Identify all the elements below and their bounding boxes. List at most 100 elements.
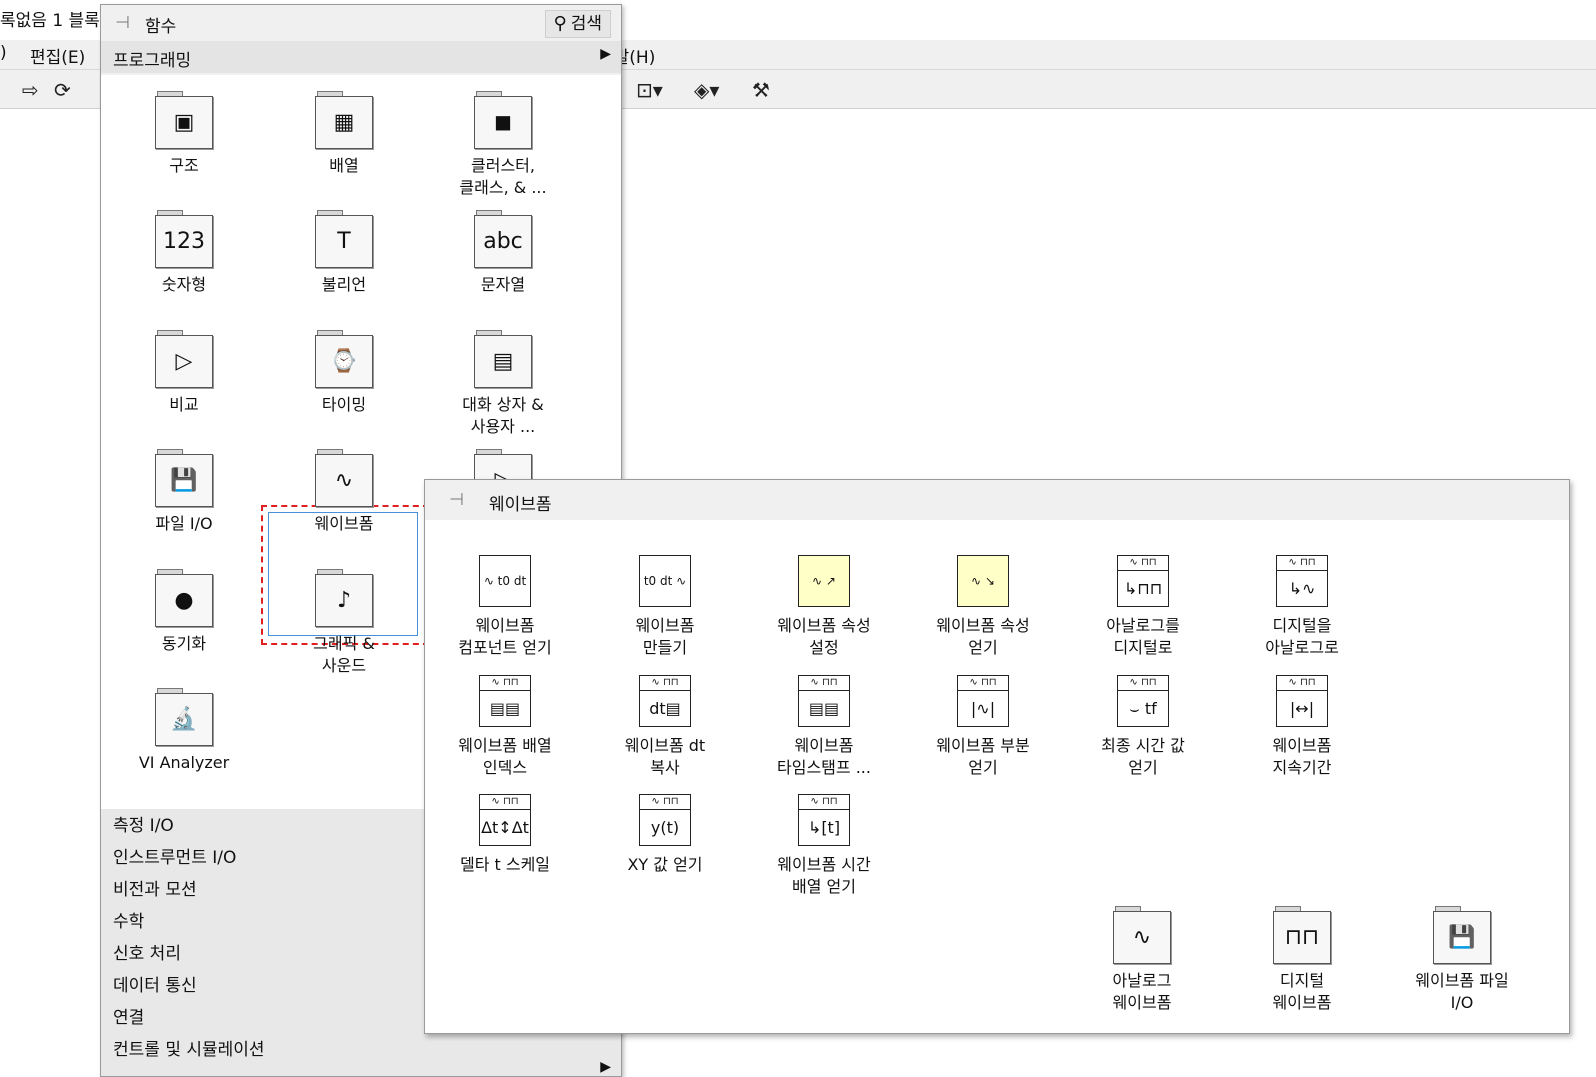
waveform-function[interactable]: ∿ ⊓⊓ y(t) XY 값 얻기 (585, 794, 745, 876)
run-arrow-icon[interactable]: ⇨ (22, 78, 39, 102)
palette-item-label: 타이밍 (321, 395, 367, 414)
subcategory-item[interactable]: 수학 (113, 907, 144, 932)
cluster-icon: ◼ (474, 91, 532, 149)
distribute-icon[interactable]: ◈▾ (694, 78, 719, 102)
scale-delta-t-icon: ∿ ⊓⊓ Δt↕Δt (479, 794, 531, 846)
waveform-function[interactable]: ∿ ⊓⊓ ↳⊓⊓ 아날로그를 디지털로 (1063, 555, 1223, 659)
waveform-function[interactable]: ∿ ⊓⊓ |↔| 웨이브폼 지속기간 (1222, 675, 1382, 779)
subcategory-item[interactable]: 측정 I/O (113, 811, 174, 836)
palette-item-label: 비교 (169, 395, 199, 414)
numeric-icon: 123 (155, 210, 213, 268)
palette-item[interactable]: ◼ 클러스터, 클래스, & ... (423, 91, 583, 199)
category-programming[interactable]: 프로그래밍 ▶ (101, 41, 621, 73)
palette-item-label: 숫자형 (161, 275, 207, 294)
waveform-subpalette[interactable]: ∿ 아날로그 웨이브폼 (1062, 906, 1222, 1014)
reorder-icon[interactable]: ⊡▾ (636, 78, 663, 102)
palette-item-label: 동기화 (161, 634, 207, 653)
palette-item[interactable]: ▤ 대화 상자 & 사용자 ... (423, 330, 583, 438)
pin-icon[interactable]: ⊣ (449, 490, 471, 510)
subcategory-item[interactable]: 인스트루먼트 I/O (113, 843, 236, 868)
waveform-function[interactable]: ∿ t0 dt 웨이브폼 컴포넌트 얻기 (425, 555, 585, 659)
get-final-time-value-icon: ∿ ⊓⊓ ⌣ tf (1117, 675, 1169, 727)
triangle-right-icon: ▶ (600, 46, 611, 62)
waveform-function-label: 웨이브폼 dt 복사 (624, 736, 706, 777)
waveform-function-label: 웨이브폼 부분 얻기 (936, 736, 1030, 777)
subcategory-item[interactable]: 신호 처리 (113, 939, 181, 964)
palette-title: 함수 (145, 17, 177, 37)
copy-waveform-dt-icon: ∿ ⊓⊓ dt▤ (639, 675, 691, 727)
set-waveform-attribute-icon: ∿ ↗ (798, 555, 850, 607)
waveform-duration-icon: ∿ ⊓⊓ |↔| (1276, 675, 1328, 727)
waveform-function-label: 웨이브폼 속성 얻기 (936, 616, 1030, 657)
waveform-palette-title: 웨이브폼 (489, 495, 552, 515)
palette-item[interactable]: 💾 파일 I/O (104, 449, 264, 535)
dialog-icon: ▤ (474, 330, 532, 388)
waveform-function[interactable]: ∿ ⊓⊓ ↳∿ 디지털을 아날로그로 (1222, 555, 1382, 659)
structures-icon: ▣ (155, 91, 213, 149)
waveform-file-io-icon: 💾 (1433, 906, 1491, 964)
waveform-function-label: 웨이브폼 지속기간 (1272, 736, 1332, 777)
graphics-sound-icon: ♪ (315, 569, 373, 627)
waveform-function[interactable]: ∿ ⊓⊓ Δt↕Δt 델타 t 스케일 (425, 794, 585, 876)
waveform-function-label: 아날로그를 디지털로 (1106, 616, 1180, 657)
file-io-icon: 💾 (155, 449, 213, 507)
waveform-function[interactable]: ∿ ↗ 웨이브폼 속성 설정 (744, 555, 904, 659)
waveform-function-label: 웨이브폼 속성 설정 (777, 616, 871, 657)
waveform-function[interactable]: ∿ ⊓⊓ |∿| 웨이브폼 부분 얻기 (903, 675, 1063, 779)
palette-item[interactable]: ▷ 비교 (104, 330, 264, 416)
palette-item[interactable]: 🔬 VI Analyzer (104, 688, 264, 774)
waveform-icon: ∿ (315, 449, 373, 507)
waveform-function[interactable]: ∿ ⊓⊓ dt▤ 웨이브폼 dt 복사 (585, 675, 745, 779)
waveform-function[interactable]: ∿ ⊓⊓ ⌣ tf 최종 시간 값 얻기 (1063, 675, 1223, 779)
digital-to-analog-icon: ∿ ⊓⊓ ↳∿ (1276, 555, 1328, 607)
array-icon: ▦ (315, 91, 373, 149)
waveform-subpalette-label: 아날로그 웨이브폼 (1112, 971, 1172, 1012)
waveform-subpalette-label: 디지털 웨이브폼 (1272, 971, 1332, 1012)
menu-edit[interactable]: 편집(E) (30, 43, 85, 68)
search-button[interactable]: ⚲ 검색 (544, 10, 611, 38)
palette-item[interactable]: 123 숫자형 (104, 210, 264, 296)
index-waveform-array-icon: ∿ ⊓⊓ ▤▤ (479, 675, 531, 727)
waveform-function-label: 디지털을 아날로그로 (1265, 616, 1339, 657)
waveform-function-label: 델타 t 스케일 (459, 855, 551, 874)
triangle-right-icon: ▶ (600, 1059, 611, 1075)
waveform-subpalette[interactable]: ⊓⊓ 디지털 웨이브폼 (1222, 906, 1382, 1014)
waveform-timestamp-icon: ∿ ⊓⊓ ▤▤ (798, 675, 850, 727)
pin-icon[interactable]: ⊣ (115, 13, 137, 33)
search-label: 검색 (570, 14, 602, 34)
palette-item[interactable]: T 불리언 (264, 210, 424, 296)
comparison-icon: ▷ (155, 330, 213, 388)
analog-waveform-icon: ∿ (1113, 906, 1171, 964)
palette-item[interactable]: ⌚ 타이밍 (264, 330, 424, 416)
subcategory-item[interactable]: 연결 (113, 1003, 144, 1028)
string-icon: abc (474, 210, 532, 268)
get-waveform-attribute-icon: ∿ ↘ (957, 555, 1009, 607)
palette-item[interactable]: ♪ 그래픽 & 사운드 (264, 569, 424, 677)
palette-item-label: 불리언 (321, 275, 367, 294)
palette-item[interactable]: ▦ 배열 (264, 91, 424, 177)
debug-probe-icon[interactable]: ⚒ (752, 78, 770, 102)
waveform-function[interactable]: ∿ ↘ 웨이브폼 속성 얻기 (903, 555, 1063, 659)
waveform-subpalette-label: 웨이브폼 파일 I/O (1415, 971, 1509, 1012)
palette-item[interactable]: ● 동기화 (104, 569, 264, 655)
waveform-function-label: 웨이브폼 타임스탬프 ... (777, 736, 871, 777)
digital-waveform-icon: ⊓⊓ (1273, 906, 1331, 964)
waveform-function-label: 최종 시간 값 얻기 (1101, 736, 1185, 777)
palette-item[interactable]: abc 문자열 (423, 210, 583, 296)
subcategory-item[interactable]: 컨트롤 및 시뮬레이션 (113, 1035, 265, 1060)
waveform-function[interactable]: ∿ ⊓⊓ ▤▤ 웨이브폼 타임스탬프 ... (744, 675, 904, 779)
waveform-function[interactable]: t0 dt ∿ 웨이브폼 만들기 (585, 555, 745, 659)
waveform-function[interactable]: ∿ ⊓⊓ ▤▤ 웨이브폼 배열 인덱스 (425, 675, 585, 779)
palette-item[interactable]: ▣ 구조 (104, 91, 264, 177)
subcategory-item[interactable]: 데이터 통신 (113, 971, 197, 996)
waveform-subpalette[interactable]: 💾 웨이브폼 파일 I/O (1382, 906, 1542, 1014)
run-continuous-icon[interactable]: ⟳ (54, 78, 71, 102)
menu-fragment[interactable]: ) (0, 43, 7, 63)
waveform-function[interactable]: ∿ ⊓⊓ ↳[t] 웨이브폼 시간 배열 얻기 (744, 794, 904, 898)
palette-item[interactable]: ∿ 웨이브폼 (264, 449, 424, 535)
waveform-palette-header: ⊣ 웨이브폼 (425, 480, 1569, 520)
palette-item-label: 배열 (329, 156, 359, 175)
get-waveform-time-array-icon: ∿ ⊓⊓ ↳[t] (798, 794, 850, 846)
subcategory-item[interactable]: 비전과 모션 (113, 875, 197, 900)
window-title: 록없음 1 블록 (0, 11, 100, 31)
